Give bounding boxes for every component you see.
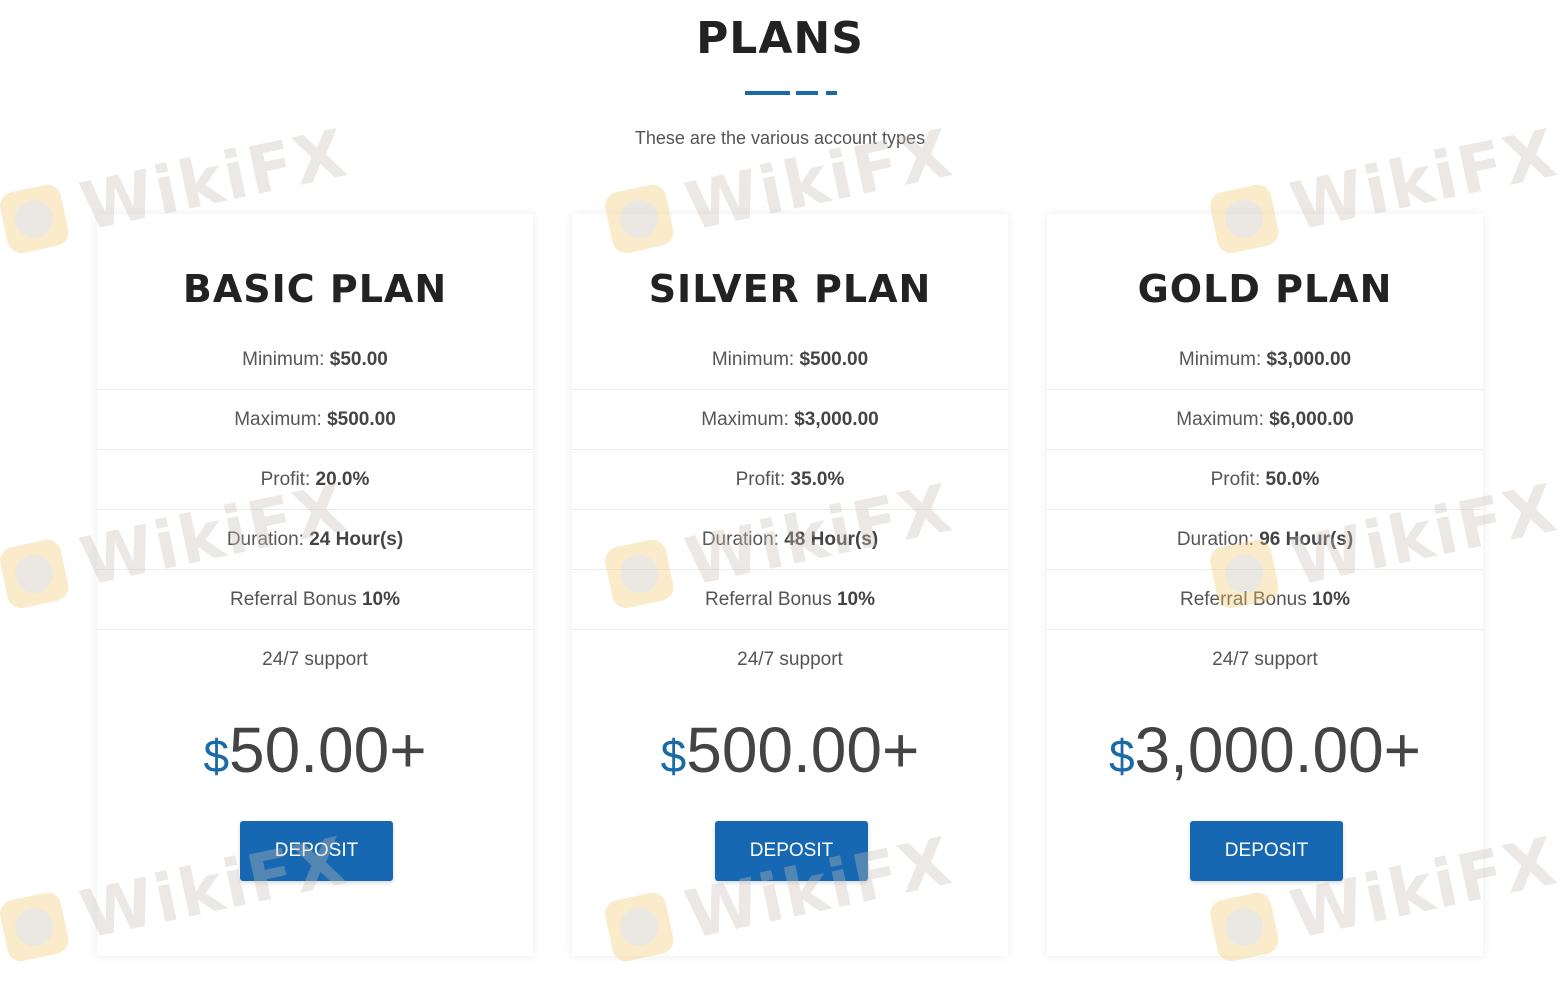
feature-value: 50.0% xyxy=(1265,469,1320,490)
feature-referral: Referral Bonus 10% xyxy=(97,570,533,630)
feature-label: Duration: xyxy=(701,529,785,550)
feature-maximum: Maximum: $500.00 xyxy=(97,390,533,450)
plan-features: Minimum: $50.00 Maximum: $500.00 Profit:… xyxy=(97,330,533,689)
feature-value: $50.00 xyxy=(329,349,388,370)
deposit-button[interactable]: DEPOSIT xyxy=(240,821,393,881)
feature-label: Maximum: xyxy=(701,409,795,430)
feature-label: Profit: xyxy=(260,469,316,490)
feature-maximum: Maximum: $3,000.00 xyxy=(572,390,1008,450)
feature-value: 35.0% xyxy=(790,469,845,490)
plan-cards: BASIC PLAN Minimum: $50.00 Maximum: $500… xyxy=(97,214,1487,958)
currency-symbol: $ xyxy=(660,730,687,782)
price-amount: 50.00+ xyxy=(229,714,427,786)
feature-profit: Profit: 20.0% xyxy=(97,450,533,510)
feature-support: 24/7 support xyxy=(1212,649,1318,670)
feature-label: Duration: xyxy=(226,529,310,550)
deposit-button[interactable]: DEPOSIT xyxy=(715,821,868,881)
page-title: PLANS xyxy=(696,13,864,64)
price-amount: 3,000.00+ xyxy=(1134,714,1422,786)
feature-duration: Duration: 96 Hour(s) xyxy=(1047,510,1483,570)
plan-card-gold: GOLD PLAN Minimum: $3,000.00 Maximum: $6… xyxy=(1047,214,1483,956)
feature-label: Profit: xyxy=(735,469,791,490)
plan-title: GOLD PLAN xyxy=(1137,267,1393,311)
feature-minimum: Minimum: $50.00 xyxy=(97,330,533,390)
feature-value: $3,000.00 xyxy=(1266,349,1352,370)
feature-value: $3,000.00 xyxy=(794,409,879,430)
feature-support: 24/7 support xyxy=(262,649,368,670)
wikifx-logo-icon xyxy=(0,889,71,964)
feature-referral: Referral Bonus 10% xyxy=(1047,570,1483,630)
feature-label: Maximum: xyxy=(1176,409,1270,430)
divider-segment xyxy=(796,91,818,95)
feature-minimum: Minimum: $500.00 xyxy=(572,330,1008,390)
plans-page: PLANS These are the various account type… xyxy=(0,0,1560,985)
feature-label: Duration: xyxy=(1176,529,1260,550)
plan-card-silver: SILVER PLAN Minimum: $500.00 Maximum: $3… xyxy=(572,214,1008,956)
feature-value: 10% xyxy=(361,589,401,610)
feature-label: Minimum: xyxy=(1178,349,1267,370)
price-amount: 500.00+ xyxy=(686,714,920,786)
feature-value: 24 Hour(s) xyxy=(309,529,404,550)
divider-segment xyxy=(826,91,837,95)
feature-profit: Profit: 35.0% xyxy=(572,450,1008,510)
plan-title: BASIC PLAN xyxy=(182,267,448,311)
feature-value: 48 Hour(s) xyxy=(784,529,879,550)
plan-title: SILVER PLAN xyxy=(648,267,932,311)
wikifx-logo-icon xyxy=(0,181,71,256)
feature-label: Maximum: xyxy=(234,409,328,430)
feature-duration: Duration: 24 Hour(s) xyxy=(97,510,533,570)
plan-features: Minimum: $500.00 Maximum: $3,000.00 Prof… xyxy=(572,330,1008,689)
feature-maximum: Maximum: $6,000.00 xyxy=(1047,390,1483,450)
feature-value: $6,000.00 xyxy=(1269,409,1354,430)
feature-label: Minimum: xyxy=(711,349,800,370)
feature-value: 96 Hour(s) xyxy=(1259,529,1354,550)
feature-label: Referral Bonus xyxy=(704,589,837,610)
plan-price: $50.00+ xyxy=(97,710,533,796)
plan-features: Minimum: $3,000.00 Maximum: $6,000.00 Pr… xyxy=(1047,330,1483,689)
currency-symbol: $ xyxy=(203,730,230,782)
feature-label: Referral Bonus xyxy=(1179,589,1312,610)
feature-value: 20.0% xyxy=(315,469,370,490)
wikifx-logo-icon xyxy=(0,536,71,611)
feature-profit: Profit: 50.0% xyxy=(1047,450,1483,510)
currency-symbol: $ xyxy=(1108,730,1135,782)
feature-label: Profit: xyxy=(1210,469,1266,490)
plan-price: $3,000.00+ xyxy=(1047,710,1483,796)
plan-card-basic: BASIC PLAN Minimum: $50.00 Maximum: $500… xyxy=(97,214,533,956)
feature-referral: Referral Bonus 10% xyxy=(572,570,1008,630)
feature-label: Referral Bonus xyxy=(229,589,362,610)
feature-value: 10% xyxy=(1311,589,1351,610)
feature-label: Minimum: xyxy=(242,349,330,370)
feature-value: $500.00 xyxy=(327,409,396,430)
deposit-button[interactable]: DEPOSIT xyxy=(1190,821,1343,881)
divider-segment xyxy=(745,91,790,95)
feature-value: $500.00 xyxy=(799,349,869,370)
title-divider xyxy=(745,91,837,95)
feature-value: 10% xyxy=(836,589,876,610)
feature-duration: Duration: 48 Hour(s) xyxy=(572,510,1008,570)
plan-price: $500.00+ xyxy=(572,710,1008,796)
feature-support: 24/7 support xyxy=(737,649,843,670)
feature-minimum: Minimum: $3,000.00 xyxy=(1047,330,1483,390)
page-subtitle: These are the various account types xyxy=(634,128,926,148)
